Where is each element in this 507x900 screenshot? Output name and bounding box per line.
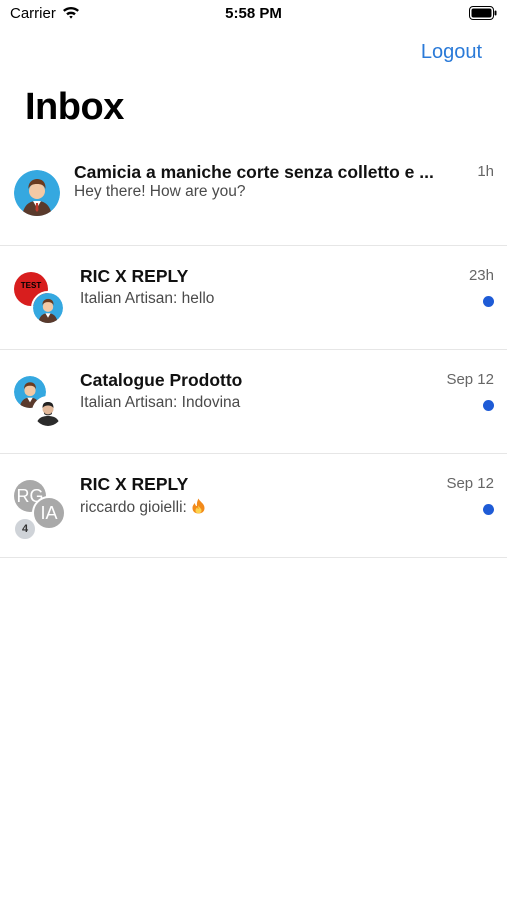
conversation-row[interactable]: TEST RIC X REPLY Italian Artisan: hello …	[0, 246, 507, 350]
conversation-preview-text: riccardo gioielli:	[80, 499, 192, 516]
conversation-time: Sep 12	[446, 371, 494, 388]
page-title: Inbox	[25, 86, 124, 128]
avatar	[14, 170, 66, 222]
avatar-artisan-icon	[31, 291, 65, 325]
unread-indicator	[483, 504, 494, 515]
inbox-list: Camicia a maniche corte senza colletto e…	[0, 142, 507, 558]
conversation-row[interactable]: RG IA 4 RIC X REPLY riccardo gioielli: S…	[0, 454, 507, 558]
status-bar: Carrier 5:58 PM	[0, 0, 507, 30]
avatar-group: TEST	[14, 272, 66, 325]
avatar-test-text: TEST	[20, 281, 42, 290]
avatar-group	[14, 376, 66, 428]
avatar-artisan-icon	[14, 170, 60, 216]
conversation-time: 23h	[468, 267, 494, 284]
participant-count-badge: 4	[14, 518, 36, 540]
unread-indicator	[483, 400, 494, 411]
conversation-title: RIC X REPLY	[80, 266, 189, 286]
unread-indicator	[483, 296, 494, 307]
avatar-user-photo	[32, 396, 64, 428]
conversation-preview: riccardo gioielli:	[80, 498, 206, 517]
conversation-preview: Italian Artisan: Indovina	[80, 394, 241, 411]
logout-button[interactable]: Logout	[421, 41, 482, 64]
conversation-row[interactable]: Catalogue Prodotto Italian Artisan: Indo…	[0, 350, 507, 454]
avatar-initials-ia: IA	[32, 496, 66, 530]
conversation-title: Camicia a maniche corte senza colletto e…	[74, 162, 434, 182]
fire-emoji-icon	[191, 498, 206, 514]
conversation-title: RIC X REPLY	[80, 474, 189, 494]
conversation-title: Catalogue Prodotto	[80, 370, 243, 390]
status-time: 5:58 PM	[225, 5, 282, 22]
conversation-time: 1h	[477, 163, 494, 180]
conversation-time: Sep 12	[446, 475, 494, 492]
conversation-row[interactable]: Camicia a maniche corte senza colletto e…	[0, 142, 507, 246]
conversation-preview: Hey there! How are you?	[74, 183, 246, 200]
battery-icon	[469, 6, 497, 20]
avatar-group: RG IA 4	[14, 480, 66, 540]
conversation-preview: Italian Artisan: hello	[80, 290, 215, 307]
